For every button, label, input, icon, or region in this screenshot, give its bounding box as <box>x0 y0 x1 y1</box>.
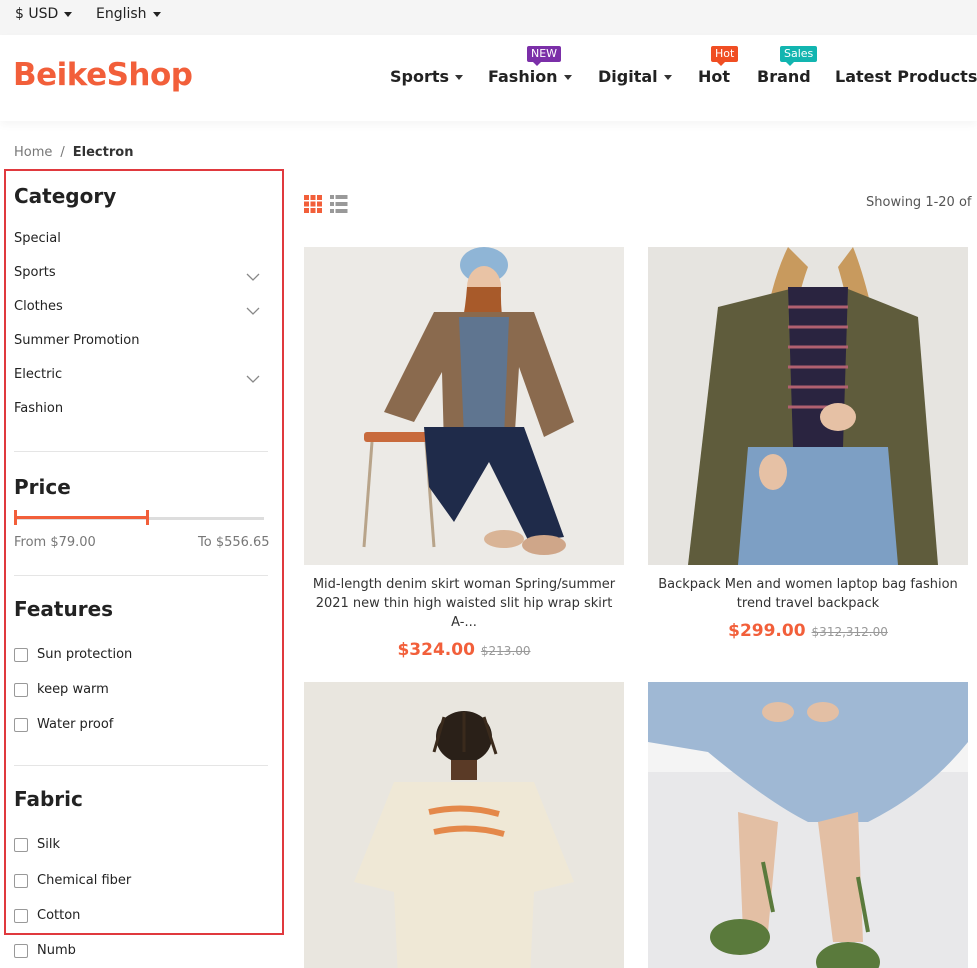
feature-label: Sun protection <box>37 647 133 662</box>
product-old-price: $213.00 <box>480 644 531 658</box>
product-card[interactable] <box>648 682 968 968</box>
caret-down-icon <box>455 75 464 80</box>
divider <box>14 451 268 452</box>
fabric-label: Chemical fiber <box>37 873 132 888</box>
checkbox[interactable] <box>14 647 28 662</box>
product-name[interactable]: Mid-length denim skirt woman Spring/summ… <box>304 575 624 632</box>
product-card[interactable]: Mid-length denim skirt woman Spring/summ… <box>304 247 624 660</box>
price-slider-max-handle[interactable] <box>146 510 149 525</box>
product-price: $324.00 <box>397 640 475 660</box>
category-item-fashion[interactable]: Fashion <box>14 401 63 416</box>
checkbox[interactable] <box>14 943 28 958</box>
category-item-summer-promotion[interactable]: Summer Promotion <box>14 333 139 348</box>
sales-badge: Sales <box>780 46 818 66</box>
sidebar-highlight-box <box>4 169 284 935</box>
price-to-label: To $556.65 <box>198 535 270 550</box>
language-label: English <box>96 6 147 22</box>
site-logo[interactable]: BeikeShop <box>13 57 193 93</box>
new-badge: NEW <box>527 46 562 66</box>
chevron-down-icon[interactable] <box>246 273 260 281</box>
chevron-down-icon[interactable] <box>246 307 260 315</box>
breadcrumb: Home / Electron <box>14 145 133 160</box>
product-card[interactable]: Backpack Men and women laptop bag fashio… <box>648 247 968 641</box>
product-image[interactable] <box>304 247 624 565</box>
caret-down-icon <box>663 75 672 80</box>
breadcrumb-separator: / <box>60 145 65 160</box>
product-old-price: $312,312.00 <box>811 625 888 639</box>
category-title: Category <box>14 184 117 208</box>
feature-label: keep warm <box>37 682 109 697</box>
breadcrumb-home[interactable]: Home <box>14 145 52 160</box>
price-from-label: From $79.00 <box>14 535 96 550</box>
feature-label: Water proof <box>37 717 114 732</box>
category-item-electric[interactable]: Electric <box>14 367 62 382</box>
caret-down-icon <box>152 11 161 17</box>
currency-selector[interactable]: $ USD <box>15 6 73 22</box>
product-price: $299.00 <box>728 621 806 641</box>
product-image[interactable] <box>648 682 968 968</box>
category-item-special[interactable]: Special <box>14 231 61 246</box>
nav-hot[interactable]: Hot <box>698 67 730 86</box>
feature-option[interactable]: Sun protection <box>14 647 132 662</box>
caret-down-icon <box>563 75 572 80</box>
fabric-option[interactable]: Silk <box>14 837 60 852</box>
breadcrumb-current: Electron <box>72 145 134 160</box>
product-image[interactable] <box>648 247 968 565</box>
category-item-sports[interactable]: Sports <box>14 265 56 280</box>
product-image[interactable] <box>304 682 624 968</box>
fabric-option[interactable]: Cotton <box>14 908 80 923</box>
price-slider-range <box>16 516 147 519</box>
fabric-label: Silk <box>37 837 61 852</box>
nav-label: Sports <box>390 67 450 86</box>
feature-option[interactable]: Water proof <box>14 717 113 732</box>
results-count: Showing 1-20 of 16 <box>866 195 977 210</box>
nav-label: Digital <box>598 67 658 86</box>
price-slider-min-handle[interactable] <box>14 510 17 525</box>
view-toggle <box>304 194 348 218</box>
nav-latest-products[interactable]: Latest Products <box>835 67 977 86</box>
product-prices: $299.00 $312,312.00 <box>648 621 968 641</box>
hot-badge: Hot <box>711 46 739 66</box>
nav-label: Brand <box>757 67 811 86</box>
site-header: BeikeShop Sports Fashion NEW Digital Hot… <box>0 35 977 121</box>
product-prices: $324.00 $213.00 <box>304 640 624 660</box>
nav-sports[interactable]: Sports <box>390 67 464 86</box>
divider <box>14 765 268 766</box>
divider <box>14 575 268 576</box>
nav-label: Hot <box>698 67 731 86</box>
fabric-label: Cotton <box>37 908 81 923</box>
price-title: Price <box>14 475 71 499</box>
checkbox[interactable] <box>14 717 28 732</box>
nav-fashion[interactable]: Fashion <box>488 67 572 86</box>
nav-label: Latest Products <box>835 67 977 86</box>
language-selector[interactable]: English <box>96 6 161 22</box>
product-name[interactable]: Backpack Men and women laptop bag fashio… <box>648 575 968 613</box>
fabric-label: Numb <box>37 943 76 958</box>
nav-digital[interactable]: Digital <box>598 67 672 86</box>
fabric-option[interactable]: Chemical fiber <box>14 873 131 888</box>
product-card[interactable] <box>304 682 624 968</box>
grid-view-icon[interactable] <box>304 194 348 214</box>
checkbox[interactable] <box>14 837 28 852</box>
feature-option[interactable]: keep warm <box>14 682 109 697</box>
nav-label: Fashion <box>488 67 558 86</box>
fabric-option[interactable]: Numb <box>14 943 76 958</box>
top-bar: $ USD English <box>0 0 977 35</box>
chevron-down-icon[interactable] <box>246 375 260 383</box>
checkbox[interactable] <box>14 682 28 697</box>
checkbox[interactable] <box>14 908 28 923</box>
fabric-title: Fabric <box>14 787 83 811</box>
category-item-clothes[interactable]: Clothes <box>14 299 63 314</box>
currency-label: $ USD <box>15 6 59 22</box>
checkbox[interactable] <box>14 873 28 888</box>
caret-down-icon <box>64 11 73 17</box>
features-title: Features <box>14 597 114 621</box>
nav-brand[interactable]: Brand <box>757 67 811 86</box>
